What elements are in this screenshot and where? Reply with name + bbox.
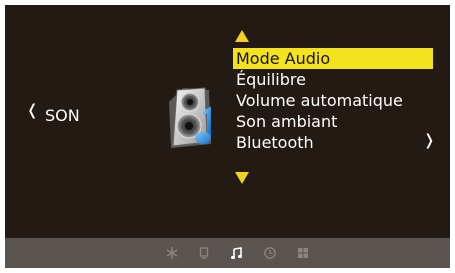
music-note-icon[interactable] (229, 245, 245, 261)
speaker-icon (169, 87, 211, 148)
category-label: SON (45, 106, 80, 125)
scroll-up-arrow-icon[interactable] (235, 30, 249, 42)
monitor-icon[interactable] (196, 245, 212, 261)
menu-item-mode-audio[interactable]: Mode Audio (233, 48, 433, 69)
right-arrow-icon[interactable]: ❭ (423, 131, 436, 149)
scroll-down-arrow-icon[interactable] (235, 172, 249, 184)
bottom-nav-bar (5, 238, 450, 268)
menu-item-bluetooth[interactable]: Bluetooth (233, 132, 433, 153)
tv-menu-screen: ❬ SON Mode Audio Équilibre Volume automa… (5, 5, 450, 268)
menu-item-volume-automatique[interactable]: Volume automatique (233, 90, 433, 111)
clock-icon[interactable] (262, 245, 278, 261)
left-arrow-icon[interactable]: ❬ (26, 101, 39, 119)
grid-icon[interactable] (295, 245, 311, 261)
menu-item-son-ambiant[interactable]: Son ambiant (233, 111, 433, 132)
menu-item-equilibre[interactable]: Équilibre (233, 69, 433, 90)
snowflake-icon[interactable] (164, 245, 180, 261)
menu-list: Mode Audio Équilibre Volume automatique … (233, 48, 433, 153)
